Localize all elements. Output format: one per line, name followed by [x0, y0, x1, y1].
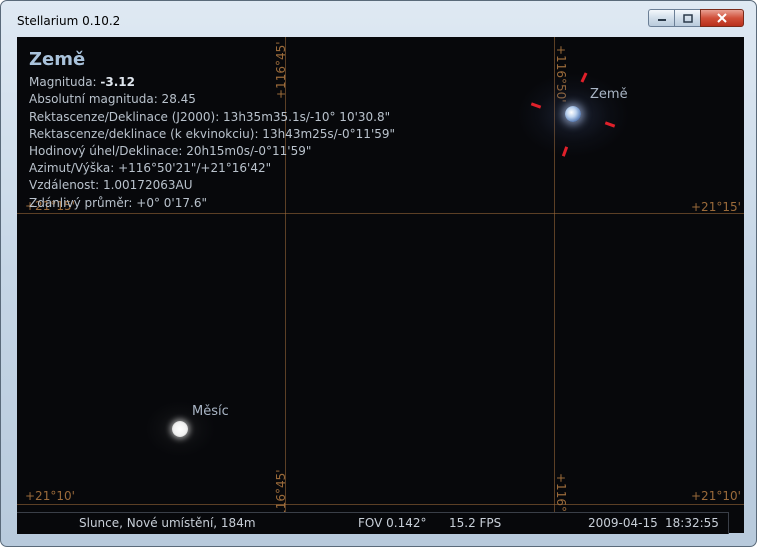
- magnitude-value: -3.12: [100, 75, 135, 90]
- time-status: 18:32:55: [665, 516, 719, 530]
- earth-label: Země: [590, 87, 628, 102]
- location-status: Slunce, Nové umístění, 184m: [79, 516, 256, 530]
- window-title: Stellarium 0.10.2: [17, 14, 121, 28]
- date-status: 2009-04-15: [588, 516, 658, 530]
- maximize-icon: [682, 13, 693, 23]
- info-line: Azimut/Výška: +116°50'21"/+21°16'42": [29, 161, 272, 176]
- close-icon: [717, 13, 727, 23]
- object-name: Země: [29, 49, 86, 70]
- altitude-line-upper: [17, 213, 744, 214]
- window-controls: [648, 9, 744, 29]
- earth-planet[interactable]: [565, 106, 581, 122]
- magnitude-label: Magnituda:: [29, 75, 101, 90]
- moon-label: Měsíc: [192, 404, 229, 419]
- fov-status: FOV 0.142°: [358, 516, 427, 530]
- maximize-button[interactable]: [674, 9, 700, 27]
- minimize-button[interactable]: [648, 9, 674, 27]
- sky-view[interactable]: +116°45' +116°50' +116°45' +116°50' +21°…: [17, 37, 744, 533]
- object-info-panel: Země Magnituda: -3.12 Absolutní magnitud…: [29, 49, 396, 212]
- magnitude-row: Magnituda: -3.12: [29, 74, 395, 91]
- fps-status: 15.2 FPS: [449, 516, 502, 530]
- info-line: Rektascenze/deklinace (k ekvinokciu): 13…: [29, 126, 396, 141]
- status-bar: Slunce, Nové umístění, 184m FOV 0.142° 1…: [17, 512, 729, 534]
- info-line: Absolutní magnituda: 28.45: [29, 92, 196, 107]
- moon-planet[interactable]: [172, 421, 188, 437]
- info-line: Hodinový úhel/Deklinace: 20h15m0s/-0°11'…: [29, 144, 312, 159]
- info-line: Zdánlivý průměr: +0° 0'17.6": [29, 195, 207, 210]
- close-button[interactable]: [700, 9, 744, 27]
- altitude-label-upper-right: +21°15': [691, 200, 741, 214]
- app-window: Stellarium 0.10.2 +116°45' +116°50' +116…: [0, 0, 757, 547]
- title-bar[interactable]: Stellarium 0.10.2: [1, 1, 756, 37]
- altitude-label-lower-right: +21°10': [691, 489, 741, 503]
- altitude-line-lower: [17, 504, 744, 505]
- info-line: Rektascenze/Deklinace (J2000): 13h35m35.…: [29, 109, 391, 124]
- minimize-icon: [657, 19, 666, 21]
- altitude-label-lower-left: +21°10': [25, 489, 75, 503]
- info-line: Vzdálenost: 1.00172063AU: [29, 178, 193, 193]
